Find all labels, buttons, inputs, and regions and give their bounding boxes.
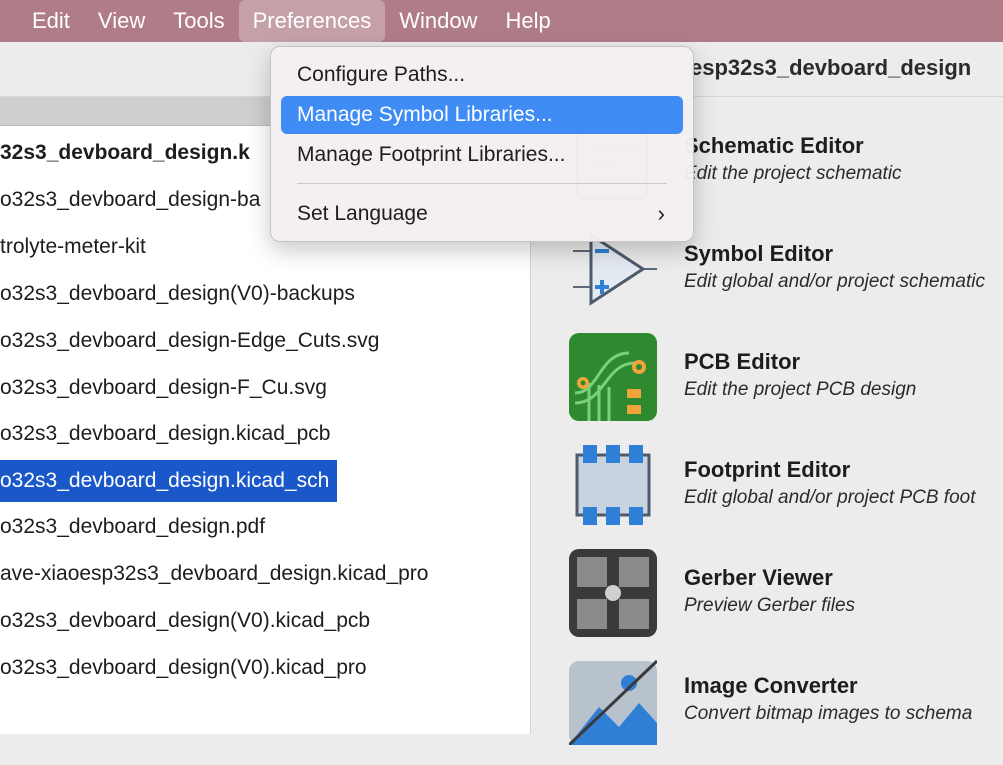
- tool-description: Edit global and/or project schematic: [684, 271, 985, 292]
- footprint-editor-icon: [569, 441, 657, 529]
- menu-item-configure-paths[interactable]: Configure Paths...: [281, 56, 683, 94]
- tree-item-project[interactable]: 32s3_devboard_design.k: [0, 132, 258, 174]
- menu-tools[interactable]: Tools: [159, 0, 238, 42]
- menu-window[interactable]: Window: [385, 0, 491, 42]
- tool-gerber-viewer[interactable]: Gerber Viewer Preview Gerber files: [531, 549, 1003, 657]
- tool-description: Convert bitmap images to schema: [684, 703, 973, 724]
- image-converter-icon: [567, 657, 659, 747]
- tree-item[interactable]: o32s3_devboard_design-ba: [0, 179, 268, 221]
- tool-description: Preview Gerber files: [684, 595, 856, 616]
- menu-item-manage-symbol-libraries[interactable]: Manage Symbol Libraries...: [281, 96, 683, 134]
- tool-title: Gerber Viewer: [684, 565, 833, 590]
- menu-bar: Edit View Tools Preferences Window Help: [0, 0, 1003, 42]
- tool-image-converter[interactable]: Image Converter Convert bitmap images to…: [531, 657, 1003, 765]
- pcb-editor-icon: [569, 333, 657, 421]
- tool-title: PCB Editor: [684, 349, 801, 374]
- menu-view[interactable]: View: [84, 0, 159, 42]
- tree-item-selected[interactable]: o32s3_devboard_design.kicad_sch: [0, 460, 338, 502]
- tool-pcb-editor[interactable]: PCB Editor Edit the project PCB design: [531, 333, 1003, 441]
- menu-help[interactable]: Help: [491, 0, 564, 42]
- tree-item[interactable]: o32s3_devboard_design(V0).kicad_pro: [0, 647, 375, 689]
- tool-title: Schematic Editor: [684, 133, 864, 158]
- tool-description: Edit the project PCB design: [684, 379, 917, 400]
- menu-item-manage-footprint-libraries[interactable]: Manage Footprint Libraries...: [281, 136, 683, 174]
- tool-description: Edit global and/or project PCB foot: [684, 487, 976, 508]
- menu-preferences[interactable]: Preferences: [238, 0, 386, 42]
- menu-item-label: Set Language: [297, 202, 428, 225]
- window-title: esp32s3_devboard_design: [690, 55, 972, 80]
- tree-item[interactable]: o32s3_devboard_design-F_Cu.svg: [0, 367, 335, 409]
- tree-item[interactable]: ave-xiaoesp32s3_devboard_design.kicad_pr…: [0, 553, 436, 595]
- tool-title: Footprint Editor: [684, 457, 851, 482]
- tool-description: Edit the project schematic: [684, 163, 902, 184]
- tool-title: Image Converter: [684, 673, 858, 698]
- tree-item[interactable]: o32s3_devboard_design.pdf: [0, 506, 273, 548]
- tree-item[interactable]: trolyte-meter-kit: [0, 226, 154, 268]
- tree-item[interactable]: o32s3_devboard_design.kicad_pcb: [0, 413, 338, 455]
- tool-footprint-editor[interactable]: Footprint Editor Edit global and/or proj…: [531, 441, 1003, 549]
- tree-item[interactable]: o32s3_devboard_design(V0)-backups: [0, 273, 363, 315]
- tool-title: Symbol Editor: [684, 241, 834, 266]
- gerber-viewer-icon: [569, 549, 657, 637]
- tree-item[interactable]: o32s3_devboard_design(V0).kicad_pcb: [0, 600, 378, 642]
- menu-separator: [297, 183, 667, 184]
- tree-item[interactable]: o32s3_devboard_design-Edge_Cuts.svg: [0, 320, 387, 362]
- chevron-right-icon: ›: [657, 201, 665, 226]
- menu-item-set-language[interactable]: Set Language ›: [281, 195, 683, 233]
- menu-edit[interactable]: Edit: [0, 0, 84, 42]
- preferences-menu: Configure Paths... Manage Symbol Librari…: [270, 46, 694, 242]
